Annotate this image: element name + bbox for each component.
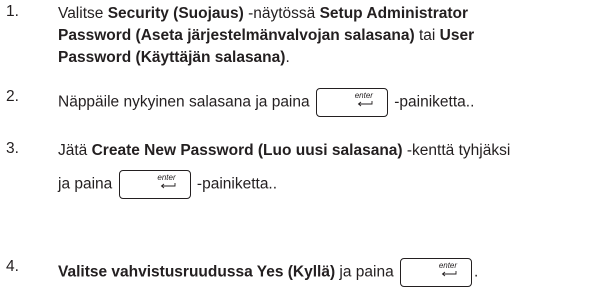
step-1-line-1: Valitse Security (Suojaus) -näytössä Set… [58,3,468,25]
enter-key-label: enter [438,261,458,270]
ui-term: Create New Password (Luo uusi salasana) [91,142,403,159]
step-number: 4. [6,258,19,275]
step-number: 3. [6,140,19,157]
ui-term: Password (Aseta järjestelmänvalvojan sal… [58,27,415,44]
text: -painiketta.. [196,175,278,193]
enter-key-icon: enter [400,258,473,287]
return-arrow-icon [441,271,457,277]
ui-term: Password (Käyttäjän salasana) [58,49,286,66]
return-arrow-icon [357,101,373,107]
enter-key-label: enter [354,91,373,100]
step-1-line-2: Password (Aseta järjestelmänvalvojan sal… [58,25,474,47]
return-arrow-icon [160,183,176,189]
step-number: 1. [6,3,19,20]
text: . [474,263,479,281]
text: -näytössä [243,5,320,22]
step-1-line-3: Password (Käyttäjän salasana). [58,47,290,69]
enter-key-icon: enter [315,88,388,117]
text: -kenttä tyhjäksi [402,142,511,159]
ui-term: Valitse vahvistusruudussa Yes (Kyllä) [58,263,336,281]
ui-term: Security (Suojaus) [107,5,244,22]
step-number: 2. [6,88,19,105]
step-4-line-1: Valitse vahvistusruudussa Yes (Kyllä) ja… [58,258,478,287]
enter-key-label: enter [157,173,176,182]
ui-term: User [439,27,475,44]
enter-key-icon: enter [118,170,191,199]
text: -painiketta.. [394,93,475,111]
step-3-line-1: Jätä Create New Password (Luo uusi salas… [58,140,510,162]
text: Jätä [58,142,92,159]
ui-term: Setup Administrator [319,5,469,22]
text: . [285,49,290,66]
text: Näppäile nykyinen salasana ja paina [58,93,310,111]
step-2-line-1: Näppäile nykyinen salasana ja paina ente… [58,88,474,117]
step-3-line-2: ja paina enter -painiketta.. [58,170,277,199]
text: ja paina [335,263,394,281]
text: ja paina [58,175,113,193]
text: Valitse [58,5,108,22]
text: tai [414,27,440,44]
